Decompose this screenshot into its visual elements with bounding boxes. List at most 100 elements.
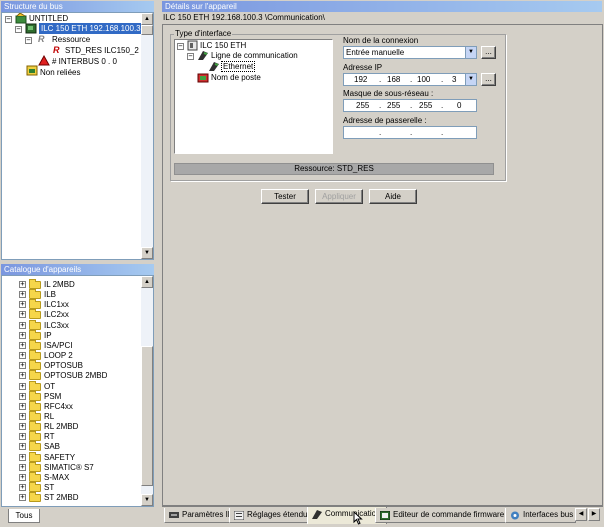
expand-toggle[interactable]: + [19, 352, 26, 360]
iface-station-name-label[interactable]: Nom de poste [211, 72, 261, 83]
expand-toggle[interactable]: + [19, 494, 26, 502]
mask-octet-3[interactable]: 255 [419, 100, 432, 111]
expand-toggle[interactable]: + [19, 484, 26, 491]
expand-toggle[interactable]: + [19, 362, 26, 370]
ip-address-field[interactable]: 192 . 168 . 100 . 3 ▼ [343, 73, 477, 86]
catalog-item[interactable]: + RFC4xx [2, 400, 140, 412]
interface-tree[interactable]: − ILC 150 ETH − Ligne de communication E… [174, 39, 333, 154]
expand-toggle[interactable]: + [19, 281, 26, 288]
expand-toggle[interactable]: + [19, 382, 26, 390]
expand-toggle[interactable]: + [19, 392, 26, 400]
catalog-item[interactable]: + OT [2, 380, 140, 392]
tab-label: Paramètres IP [182, 510, 234, 519]
catalog-item[interactable]: + RL 2MBD [2, 421, 140, 432]
connection-browse-button[interactable]: ... [481, 46, 496, 59]
ip-octet-3[interactable]: 100 [417, 74, 430, 85]
mask-octet-2[interactable]: 255 [387, 100, 400, 111]
folder-icon [29, 441, 41, 452]
folder-icon [29, 370, 41, 381]
chevron-down-icon[interactable]: ▼ [465, 74, 476, 85]
expand-toggle[interactable]: + [19, 443, 26, 451]
catalog-item[interactable]: + ILB [2, 289, 140, 300]
chevron-down-icon[interactable]: ▼ [465, 47, 476, 58]
expand-toggle[interactable]: + [19, 412, 26, 420]
tab-ip-parameters[interactable]: Paramètres IP [164, 508, 240, 523]
expand-toggle[interactable]: + [19, 311, 26, 319]
expand-toggle[interactable]: + [19, 372, 26, 380]
catalog-item[interactable]: + SIMATIC® S7 [2, 461, 140, 473]
tree-resource-label[interactable]: STD_RES ILC150_2 [65, 45, 139, 56]
tree-unlinked-label[interactable]: Non reliées [40, 67, 80, 78]
scroll-up-button[interactable]: ▲ [141, 13, 153, 25]
expand-toggle[interactable]: + [19, 402, 26, 410]
expand-toggle[interactable]: + [19, 433, 26, 441]
catalog-item[interactable]: + ILC2xx [2, 309, 140, 320]
gateway-field[interactable]: . . . [343, 126, 477, 139]
interface-type-group-title: Type d'interface [174, 28, 233, 39]
tabs-scroll-right-button[interactable]: ▶ [588, 508, 600, 521]
collapse-resource-toggle[interactable]: − [25, 37, 32, 44]
catalog-item[interactable]: + RT [2, 431, 140, 442]
collapse-project-toggle[interactable]: − [5, 16, 12, 23]
scroll-down-button[interactable]: ▼ [141, 247, 153, 259]
collapse-comm-line-toggle[interactable]: − [187, 53, 194, 60]
catalog-tab-tous[interactable]: Tous [8, 509, 40, 523]
connection-name-value: Entrée manuelle [346, 48, 405, 57]
test-button[interactable]: Tester [261, 189, 309, 204]
tabs-scroll-left-button[interactable]: ◀ [575, 508, 587, 521]
ip-octet-1[interactable]: 192 [354, 74, 367, 85]
catalog-item[interactable]: + IL 2MBD [2, 279, 140, 290]
tree-resource-folder-label[interactable]: Ressource [52, 34, 90, 45]
scroll-thumb[interactable] [141, 346, 153, 486]
mask-octet-1[interactable]: 255 [356, 100, 369, 111]
iface-comm-line-label[interactable]: Ligne de communication [211, 50, 298, 61]
catalog-scrollbar[interactable]: ▲ ▼ [141, 276, 153, 506]
ip-octet-2[interactable]: 168 [387, 74, 400, 85]
tab-bus-interfaces[interactable]: Interfaces bus [505, 508, 577, 523]
tree-interbus-label[interactable]: # INTERBUS 0 . 0 [52, 56, 117, 67]
expand-toggle[interactable]: + [19, 341, 26, 349]
expand-toggle[interactable]: + [19, 301, 26, 309]
ip-octet-4[interactable]: 3 [452, 74, 456, 85]
catalog-item[interactable]: + ST 2MBD [2, 492, 140, 503]
folder-icon [29, 279, 41, 289]
mask-separator: . [379, 101, 382, 110]
expand-toggle[interactable]: + [19, 473, 26, 481]
scroll-thumb[interactable] [141, 25, 153, 35]
ip-browse-button[interactable]: ... [481, 73, 496, 86]
folder-icon [29, 339, 41, 350]
connection-name-select[interactable]: Entrée manuelle ▼ [343, 46, 477, 59]
bus-tree[interactable]: − UNTITLED − ILC 150 ETH 192.168.100.3 −… [1, 12, 154, 260]
scroll-down-button[interactable]: ▼ [141, 494, 153, 506]
folder-icon [29, 461, 41, 472]
tab-extended-settings[interactable]: Réglages étendus [229, 508, 318, 523]
expand-toggle[interactable]: + [19, 463, 26, 471]
ethernet-icon [312, 510, 322, 519]
iface-ethernet-label[interactable]: Ethernet [221, 61, 256, 72]
expand-toggle[interactable]: + [19, 321, 26, 329]
tree-controller-label[interactable]: ILC 150 ETH 192.168.100.3 [39, 23, 143, 34]
bus-tree-scrollbar[interactable]: ▲ ▼ [141, 13, 153, 259]
catalog-item[interactable]: + S-MAX [2, 471, 140, 483]
subnet-mask-field[interactable]: 255 . 255 . 255 . 0 [343, 99, 477, 112]
catalog-item[interactable]: + ILC1xx [2, 299, 140, 310]
expand-toggle[interactable]: + [19, 331, 26, 339]
help-button[interactable]: Aide [369, 189, 417, 204]
apply-button[interactable]: Appliquer [315, 189, 363, 204]
catalog-item[interactable]: + OPTOSUB 2MBD [2, 370, 140, 381]
collapse-controller-toggle[interactable]: − [15, 26, 22, 33]
catalog-item[interactable]: + ILC3xx [2, 319, 140, 331]
expand-toggle[interactable]: + [19, 423, 26, 431]
scroll-up-button[interactable]: ▲ [141, 276, 153, 288]
catalog-list[interactable]: + IL 2MBD + ILB + ILC1xx + ILC2xx + ILC3xx + IP + ISA… [1, 275, 154, 507]
folder-icon [29, 299, 41, 310]
collapse-device-toggle[interactable]: − [177, 43, 184, 50]
station-icon [197, 73, 209, 83]
ip-separator: . [410, 75, 413, 84]
unlinked-icon [26, 65, 38, 76]
expand-toggle[interactable]: + [19, 453, 26, 461]
expand-toggle[interactable]: + [19, 291, 26, 299]
interbus-icon [38, 55, 50, 66]
tab-label: Réglages étendus [247, 510, 312, 519]
mask-octet-4[interactable]: 0 [457, 100, 461, 111]
